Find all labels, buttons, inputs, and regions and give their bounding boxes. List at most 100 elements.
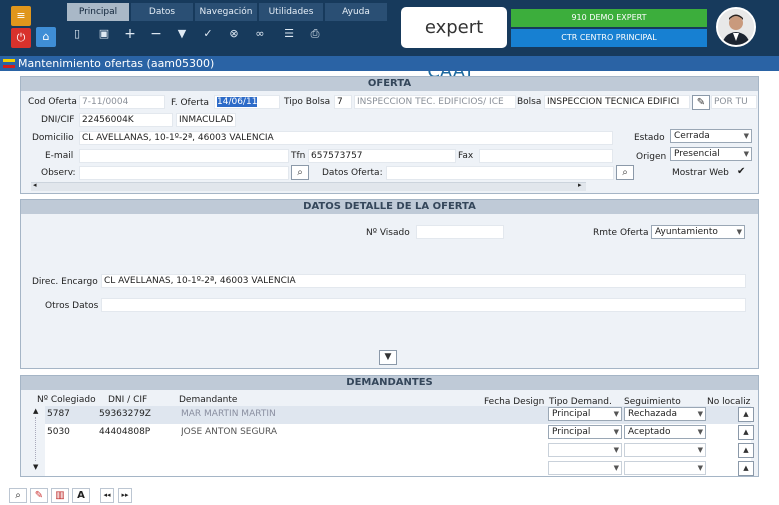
detalle-panel: DATOS DETALLE DE LA OFERTA Nº Visado Rmt… — [20, 199, 759, 369]
center-badge: CTR CENTRO PRINCIPAL — [511, 29, 707, 47]
expand-down-icon[interactable]: ▼ — [379, 350, 397, 365]
dni-cif-label: DNI/CIF — [41, 115, 75, 125]
add-icon[interactable]: + — [121, 25, 139, 43]
window-title-bar: Mantenimiento ofertas (aam05300) — [0, 56, 779, 71]
remove-icon[interactable]: − — [147, 25, 165, 43]
origen-label: Origen — [636, 152, 667, 162]
tfn-field[interactable]: 657573757 — [308, 149, 456, 163]
mostrar-web-checkbox[interactable]: ✔ — [737, 166, 745, 177]
bolsa-label: Bolsa — [517, 97, 542, 107]
direc-encargo-field[interactable]: CL AVELLANAS, 10-1º-2ª, 46003 VALENCIA — [101, 274, 746, 288]
table-row[interactable]: ▼ ▼ ▲ — [45, 460, 754, 476]
tfn-label: Tfn — [291, 151, 306, 161]
filter-icon[interactable]: ▼ — [173, 25, 191, 43]
scroll-up-icon[interactable]: ▲ — [33, 407, 38, 415]
table-row[interactable]: 5787 59363279Z MAR MARTIN MARTIN Princip… — [45, 406, 754, 424]
row-action-icon[interactable]: ▲ — [738, 443, 754, 458]
rmte-oferta-label: Rmte Oferta — [593, 228, 649, 238]
fecha-oferta-field[interactable]: 14/06/11 — [214, 95, 280, 109]
cell-colegiado: 5030 — [47, 427, 70, 437]
zoom-icon[interactable]: ⌕ — [9, 488, 27, 503]
cancel-icon[interactable]: ⊗ — [225, 25, 243, 43]
edit-note-icon[interactable]: ✎ — [692, 95, 710, 110]
email-field[interactable] — [79, 149, 289, 163]
save-icon[interactable]: ▣ — [95, 25, 113, 43]
datos-oferta-label: Datos Oferta: — [322, 168, 383, 178]
cell-dni: 59363279Z — [99, 409, 151, 419]
demandantes-panel: DEMANDANTES Nº Colegiado DNI / CIF Deman… — [20, 375, 759, 477]
bolsa-field[interactable]: INSPECCION TECNICA EDIFICI — [544, 95, 690, 109]
datos-oferta-field[interactable] — [386, 166, 614, 180]
tab-utilidades[interactable]: Utilidades — [259, 3, 323, 21]
oferta-scrollbar[interactable] — [31, 182, 586, 191]
tab-ayuda[interactable]: Ayuda — [325, 3, 387, 21]
row-action-icon[interactable]: ▲ — [738, 425, 754, 440]
flag-icon — [3, 59, 15, 68]
tipo-demand-select[interactable]: ▼ — [548, 443, 622, 457]
home-icon[interactable]: ⌂ — [36, 27, 56, 47]
fecha-oferta-label: F. Oferta — [171, 98, 209, 108]
estado-select[interactable]: Cerrada ▼ — [670, 129, 752, 143]
seguimiento-select[interactable]: ▼ — [624, 443, 706, 457]
tab-datos[interactable]: Datos — [131, 3, 193, 21]
binoculars-icon[interactable]: ∞ — [251, 25, 269, 43]
fax-field[interactable] — [479, 149, 613, 163]
search-icon[interactable]: ⌕ — [616, 165, 634, 180]
menu-icon[interactable]: ≡ — [11, 6, 31, 26]
rmte-oferta-select[interactable]: Ayuntamiento ▼ — [651, 225, 745, 239]
observ-label: Observ: — [41, 168, 76, 178]
scroll-left-icon[interactable]: ◂ — [33, 181, 37, 189]
seguimiento-select[interactable]: Rechazada ▼ — [624, 407, 706, 421]
dni-name-field: INMACULAD — [176, 113, 236, 127]
dni-cif-field[interactable]: 22456004K — [79, 113, 173, 127]
row-action-icon[interactable]: ▲ — [738, 407, 754, 422]
print-icon[interactable]: ⎙ — [306, 25, 324, 43]
power-icon[interactable]: ⏻ — [11, 28, 31, 48]
tipo-demand-select[interactable]: Principal ▼ — [548, 407, 622, 421]
top-toolbar: ≡ ⏻ ⌂ Principal Datos Navegación Utilida… — [0, 0, 779, 82]
search-icon[interactable]: ⌕ — [291, 165, 309, 180]
avatar[interactable] — [716, 7, 756, 47]
list-icon[interactable]: ☰ — [280, 25, 298, 43]
scroll-right-icon[interactable]: ▸ — [578, 181, 582, 189]
oferta-panel: OFERTA Cod Oferta 7-11/0004 F. Oferta 14… — [20, 76, 759, 194]
first-record-icon[interactable]: ◂◂ — [100, 488, 114, 503]
cell-dni: 44404808P — [99, 427, 151, 437]
chevron-down-icon: ▼ — [743, 132, 749, 140]
tipo-demand-select[interactable]: ▼ — [548, 461, 622, 475]
table-row[interactable]: 5030 44404808P JOSE ANTON SEGURA Princip… — [45, 424, 754, 442]
fax-label: Fax — [458, 151, 474, 161]
cod-oferta-field[interactable]: 7-11/0004 — [79, 95, 165, 109]
demandantes-header: DEMANDANTES — [21, 376, 758, 390]
new-document-icon[interactable]: ▯ — [68, 25, 86, 43]
seguimiento-select[interactable]: ▼ — [624, 461, 706, 475]
tab-navegacion[interactable]: Navegación — [195, 3, 257, 21]
tipo-demand-select[interactable]: Principal ▼ — [548, 425, 622, 439]
attach-icon[interactable]: ✎ — [30, 488, 48, 503]
row-action-icon[interactable]: ▲ — [738, 461, 754, 476]
col-demandante: Demandante — [179, 395, 238, 405]
otros-datos-label: Otros Datos — [45, 301, 99, 311]
domicilio-field[interactable]: CL AVELLANAS, 10-1º-2ª, 46003 VALENCIA — [79, 131, 613, 145]
grid-scrollbar[interactable] — [35, 417, 41, 461]
accept-icon[interactable]: ✓ — [199, 25, 217, 43]
table-row[interactable]: ▼ ▼ ▲ — [45, 442, 754, 460]
tab-principal[interactable]: Principal — [67, 3, 129, 21]
font-icon[interactable]: A — [72, 488, 90, 503]
books-icon[interactable]: ▥ — [51, 488, 69, 503]
visado-field[interactable] — [416, 225, 504, 239]
next-record-icon[interactable]: ▸▸ — [118, 488, 132, 503]
origen-select[interactable]: Presencial ▼ — [670, 147, 752, 161]
chevron-down-icon: ▼ — [736, 228, 742, 236]
seguimiento-select[interactable]: Aceptado ▼ — [624, 425, 706, 439]
cell-colegiado: 5787 — [47, 409, 70, 419]
tipo-bolsa-field[interactable]: 7 — [334, 95, 352, 109]
oferta-header: OFERTA — [21, 77, 758, 91]
app-window: ≡ ⏻ ⌂ Principal Datos Navegación Utilida… — [0, 0, 779, 505]
observ-field[interactable] — [79, 166, 289, 180]
col-colegiado: Nº Colegiado — [37, 395, 96, 405]
otros-datos-field[interactable] — [101, 298, 746, 312]
scroll-down-icon[interactable]: ▼ — [33, 463, 38, 471]
cell-demandante: JOSE ANTON SEGURA — [181, 427, 278, 437]
col-dni: DNI / CIF — [108, 395, 148, 405]
